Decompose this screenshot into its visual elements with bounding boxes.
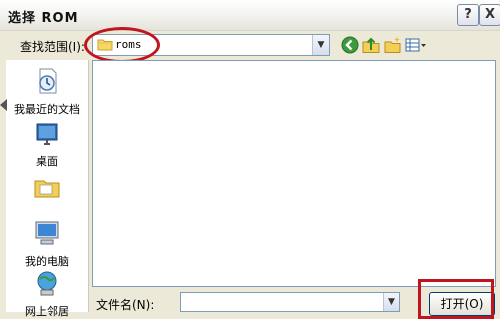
recent-documents-icon	[32, 68, 62, 99]
places-item-recent[interactable]: 我最近的文档	[6, 66, 88, 117]
places-item-label: 我的电脑	[25, 255, 69, 268]
filename-input[interactable]: ▼	[180, 292, 400, 312]
back-icon[interactable]	[341, 36, 359, 54]
views-menu-icon[interactable]	[405, 36, 427, 54]
places-item-my-documents[interactable]	[6, 172, 88, 207]
file-list[interactable]	[92, 60, 496, 287]
title-bar: 选择 ROM ? X	[0, 0, 500, 31]
places-item-label: 桌面	[36, 155, 58, 168]
desktop-icon	[32, 123, 62, 151]
my-computer-icon	[32, 221, 62, 251]
places-item-label: 网上邻居	[25, 305, 69, 318]
places-item-desktop[interactable]: 桌面	[6, 118, 88, 169]
chevron-down-icon[interactable]: ▼	[312, 35, 329, 55]
places-item-label: 我最近的文档	[14, 103, 80, 116]
up-folder-icon[interactable]	[362, 36, 380, 54]
help-button[interactable]: ?	[457, 4, 479, 26]
chevron-down-icon[interactable]: ▼	[383, 293, 399, 311]
lookin-label: 查找范围(I):	[20, 40, 85, 54]
places-bar: 我最近的文档 桌面 我的电脑 网上邻居	[6, 60, 89, 318]
places-item-my-computer[interactable]: 我的电脑	[6, 218, 88, 269]
close-button[interactable]: X	[479, 4, 500, 26]
window-title: 选择 ROM	[8, 11, 79, 26]
annotation-rectangle	[418, 279, 494, 319]
annotation-oval	[84, 27, 160, 63]
new-folder-icon[interactable]	[384, 36, 402, 54]
filename-label: 文件名(N):	[96, 298, 155, 312]
scroll-marker-icon	[0, 99, 7, 111]
my-documents-icon	[32, 180, 62, 205]
places-item-network[interactable]: 网上邻居	[6, 268, 88, 319]
network-places-icon	[32, 271, 62, 301]
